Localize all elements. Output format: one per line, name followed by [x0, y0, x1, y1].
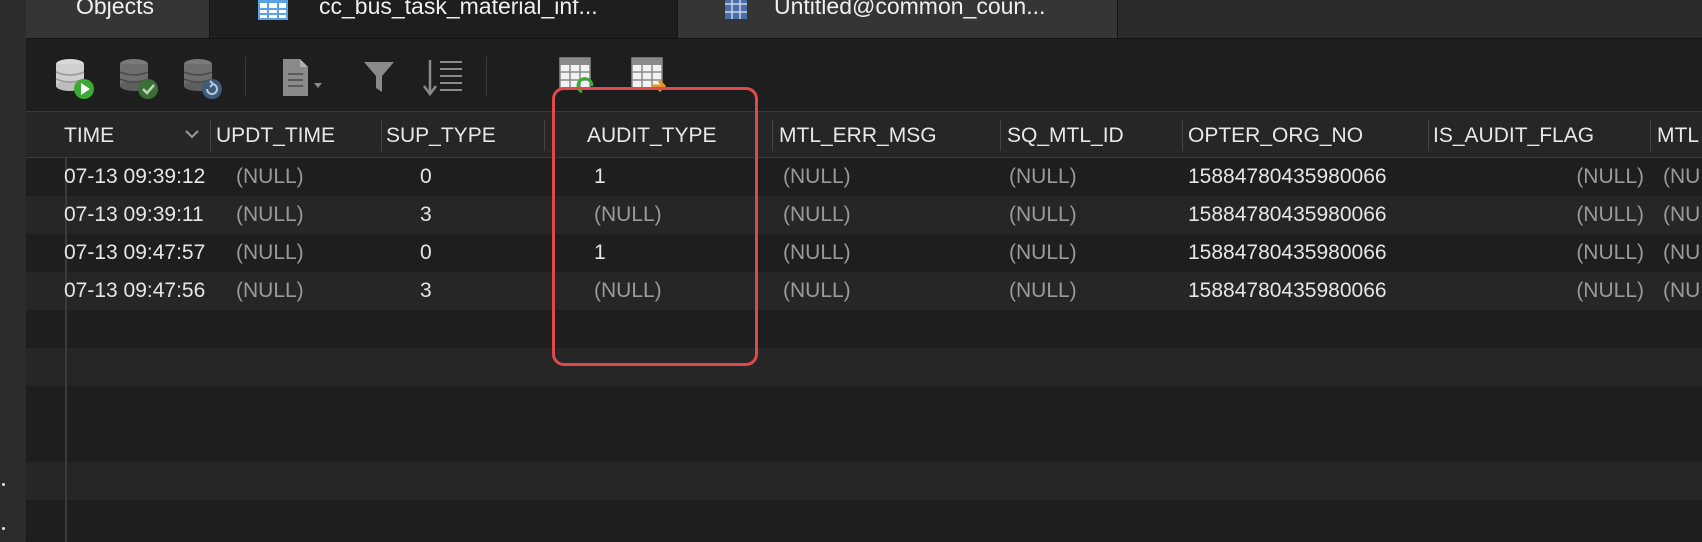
- table-cell[interactable]: 0: [420, 234, 432, 272]
- table-cell[interactable]: 15884780435980066: [1188, 272, 1387, 310]
- table-cell[interactable]: 07-13 09:47:56: [64, 272, 205, 310]
- tab-bar: Objects cc_bus_task_material_inf... Unti…: [26, 0, 1702, 39]
- table-icon: [258, 0, 288, 25]
- tab-label: Objects: [76, 0, 154, 19]
- table-cell[interactable]: 15884780435980066: [1188, 234, 1387, 272]
- column-divider: [772, 120, 773, 151]
- table-cell[interactable]: 15884780435980066: [1188, 196, 1387, 234]
- column-header-label: SUP_TYPE: [386, 124, 496, 147]
- filter-icon: [360, 56, 406, 102]
- column-header-label: MTL_ERR_MSG: [779, 124, 937, 147]
- table-cell[interactable]: (NULL): [1009, 196, 1077, 234]
- tab-objects[interactable]: Objects: [26, 0, 210, 38]
- table-cell[interactable]: (NULL): [1433, 234, 1644, 272]
- table-cell[interactable]: (NULL): [236, 158, 304, 196]
- sort-button[interactable]: [422, 56, 468, 102]
- table-cell[interactable]: (NULL): [236, 272, 304, 310]
- column-divider: [210, 120, 211, 151]
- column-divider: [1182, 120, 1183, 151]
- table-cell[interactable]: 3: [420, 272, 432, 310]
- tab-untitled-query[interactable]: Untitled@common_coun...: [678, 0, 1118, 38]
- strip-dot: [2, 527, 5, 530]
- column-header-label: SQ_MTL_ID: [1007, 124, 1124, 147]
- data-grid: TIME UPDT_TIME SUP_TYPE AUDIT_TYPE MTL_E…: [26, 111, 1702, 542]
- table-cell[interactable]: (NU: [1663, 272, 1700, 310]
- table-cell[interactable]: (NULL): [1433, 196, 1644, 234]
- sort-icon: [422, 56, 468, 102]
- table-cell[interactable]: 15884780435980066: [1188, 158, 1387, 196]
- table-cell[interactable]: (NULL): [783, 196, 851, 234]
- column-divider: [1428, 120, 1429, 151]
- column-header-mtl[interactable]: MTL: [1657, 112, 1702, 159]
- filter-button[interactable]: [360, 56, 406, 102]
- document-icon: [280, 56, 326, 102]
- column-header-mtl-err-msg[interactable]: MTL_ERR_MSG: [779, 112, 969, 159]
- left-side-strip: [0, 0, 27, 542]
- table-cell[interactable]: (NULL): [1009, 158, 1077, 196]
- table-cell[interactable]: 07-13 09:39:12: [64, 158, 205, 196]
- db-refresh-icon: [180, 56, 226, 102]
- document-button[interactable]: [280, 56, 326, 102]
- column-header-label: OPTER_ORG_NO: [1188, 124, 1364, 147]
- table-cell[interactable]: 3: [420, 196, 432, 234]
- chevron-down-icon[interactable]: [184, 126, 200, 147]
- column-header-label: IS_AUDIT_FLAG: [1433, 124, 1595, 147]
- tab-material-info[interactable]: cc_bus_task_material_inf...: [210, 0, 678, 38]
- db-check-button[interactable]: [116, 56, 162, 102]
- query-table-icon: [724, 0, 748, 25]
- table-cell[interactable]: (NULL): [783, 158, 851, 196]
- column-divider: [544, 120, 545, 151]
- db-run-button[interactable]: [52, 56, 98, 102]
- table-cell[interactable]: (NULL): [236, 196, 304, 234]
- column-divider: [1650, 120, 1651, 151]
- tab-label: cc_bus_task_material_inf...: [319, 0, 598, 19]
- table-cell[interactable]: (NULL): [1009, 234, 1077, 272]
- column-header-label: MTL: [1657, 124, 1699, 147]
- table-cell[interactable]: (NU: [1663, 196, 1700, 234]
- column-header-sup-type[interactable]: SUP_TYPE: [386, 112, 536, 159]
- row-bg: [26, 386, 1702, 424]
- grid-header: TIME UPDT_TIME SUP_TYPE AUDIT_TYPE MTL_E…: [26, 111, 1702, 158]
- table-cell[interactable]: 07-13 09:47:57: [64, 234, 205, 272]
- audit-type-highlight: [552, 87, 758, 366]
- toolbar-separator: [486, 57, 487, 97]
- column-divider: [381, 120, 382, 151]
- column-header-label: UPDT_TIME: [216, 124, 336, 147]
- table-cell[interactable]: (NULL): [236, 234, 304, 272]
- table-cell[interactable]: 07-13 09:39:11: [64, 196, 204, 234]
- tab-label: Untitled@common_coun...: [774, 0, 1046, 19]
- table-cell[interactable]: (NU: [1663, 158, 1700, 196]
- strip-dot: [2, 483, 5, 486]
- table-cell[interactable]: (NULL): [783, 272, 851, 310]
- toolbar-separator: [245, 57, 246, 97]
- table-cell[interactable]: (NU: [1663, 234, 1700, 272]
- toolbar: [26, 39, 1702, 111]
- row-bg: [26, 424, 1702, 462]
- column-divider: [1000, 120, 1001, 151]
- table-cell[interactable]: (NULL): [783, 234, 851, 272]
- column-header-is-audit-flag[interactable]: IS_AUDIT_FLAG: [1433, 112, 1633, 159]
- table-cell[interactable]: (NULL): [1009, 272, 1077, 310]
- column-header-opter-org-no[interactable]: OPTER_ORG_NO: [1188, 112, 1408, 159]
- db-refresh-button[interactable]: [180, 56, 226, 102]
- row-bg: [26, 500, 1702, 538]
- column-header-time[interactable]: TIME: [64, 112, 204, 159]
- column-header-updt-time[interactable]: UPDT_TIME: [216, 112, 376, 159]
- column-header-sq-mtl-id[interactable]: SQ_MTL_ID: [1007, 112, 1167, 159]
- row-bg: [26, 310, 1702, 348]
- table-cell[interactable]: 0: [420, 158, 432, 196]
- column-header-label: TIME: [64, 124, 115, 147]
- row-bg: [26, 462, 1702, 500]
- table-cell[interactable]: (NULL): [1433, 272, 1644, 310]
- db-run-icon: [52, 56, 98, 102]
- db-check-icon: [116, 56, 162, 102]
- row-bg: [26, 348, 1702, 386]
- table-cell[interactable]: (NULL): [1433, 158, 1644, 196]
